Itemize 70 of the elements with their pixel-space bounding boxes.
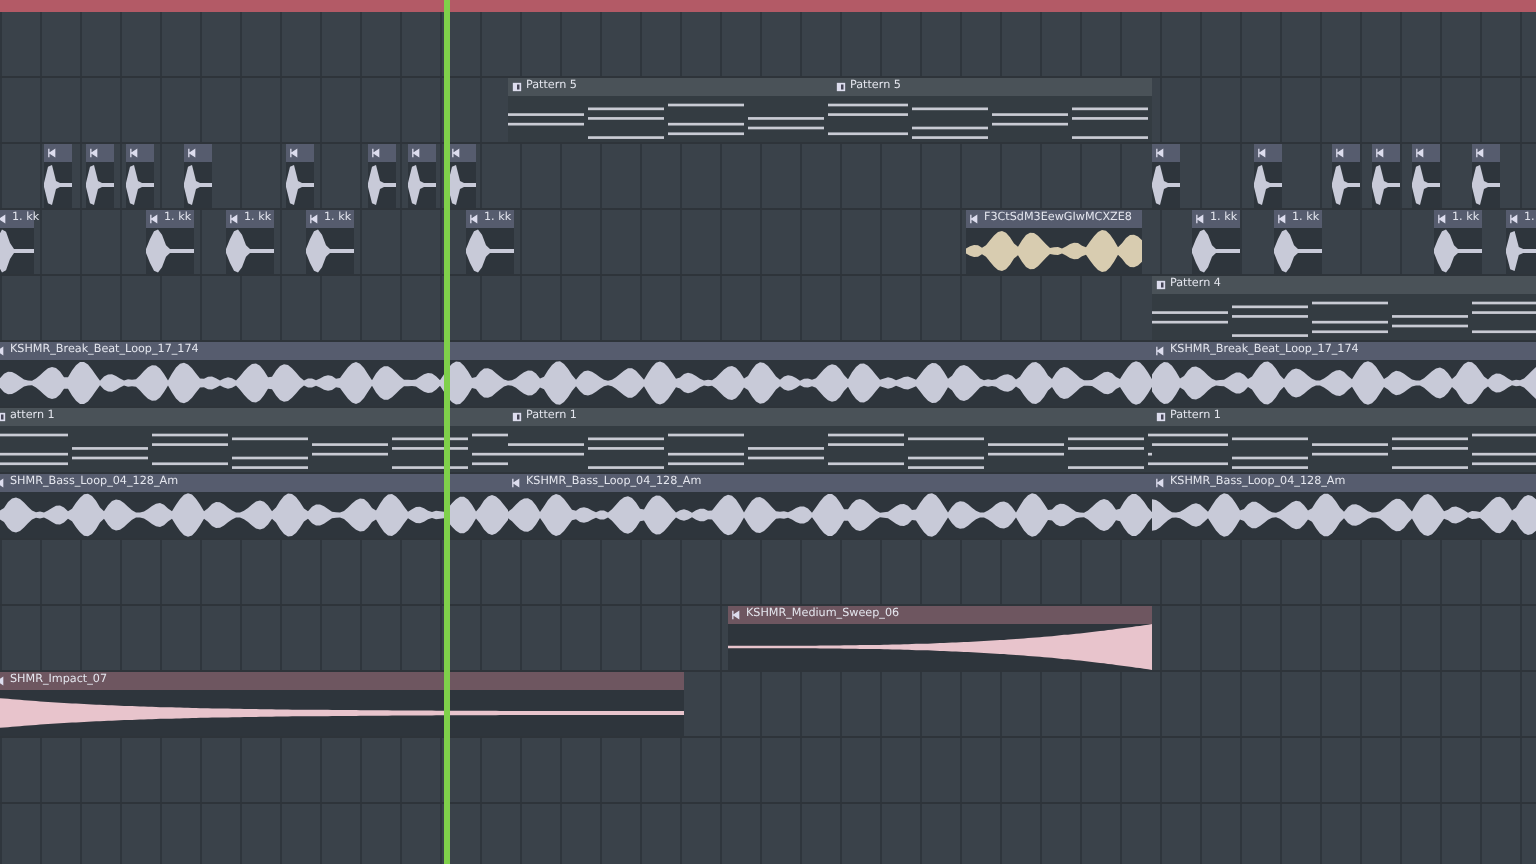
waveform-drawing (1332, 162, 1360, 208)
arrow-icon (412, 148, 422, 158)
arrow-icon (1278, 214, 1288, 224)
waveform-drawing (306, 228, 354, 274)
waveform-drawing (1506, 228, 1536, 274)
waveform-drawing (1372, 162, 1400, 208)
arrow-icon (130, 148, 140, 158)
waveform-drawing (1472, 162, 1500, 208)
waveform-drawing (1192, 228, 1240, 274)
arrow-icon (48, 148, 58, 158)
audio-clip[interactable] (286, 144, 314, 208)
arrow-icon (1510, 214, 1520, 224)
pattern-icon (1156, 280, 1166, 290)
waveform-drawing (146, 228, 194, 274)
arrow-icon (1438, 214, 1448, 224)
pattern-icon (1156, 412, 1166, 422)
arrow-icon (1416, 148, 1426, 158)
waveform-drawing (226, 228, 274, 274)
arrow-icon (1156, 478, 1166, 488)
audio-clip[interactable] (448, 144, 476, 208)
arrow-icon (1156, 346, 1166, 356)
audio-clip[interactable] (44, 144, 72, 208)
audio-clip[interactable] (408, 144, 436, 208)
waveform-drawing (86, 162, 114, 208)
arrow-icon (372, 148, 382, 158)
arrow-icon (188, 148, 198, 158)
waveform-drawing (126, 162, 154, 208)
waveform-drawing (1254, 162, 1282, 208)
arrow-icon (310, 214, 320, 224)
audio-clip[interactable] (86, 144, 114, 208)
waveform-drawing (368, 162, 396, 208)
arrow-icon (90, 148, 100, 158)
waveform-drawing (286, 162, 314, 208)
waveform-drawing (44, 162, 72, 208)
arrow-icon (150, 214, 160, 224)
waveform-drawing (1274, 228, 1322, 274)
pattern-icon (836, 82, 846, 92)
arrow-icon (452, 148, 462, 158)
audio-clip[interactable] (368, 144, 396, 208)
audio-clip[interactable] (1254, 144, 1282, 208)
waveform-drawing (408, 162, 436, 208)
waveform-drawing (0, 228, 34, 274)
arrow-icon (732, 610, 742, 620)
waveform-drawing (1434, 228, 1482, 274)
audio-clip[interactable] (184, 144, 212, 208)
audio-clip[interactable] (1332, 144, 1360, 208)
waveform-drawing (466, 228, 514, 274)
arrow-icon (1156, 148, 1166, 158)
waveform-drawing (448, 162, 476, 208)
waveform-drawing (1412, 162, 1440, 208)
audio-clip[interactable] (1152, 144, 1180, 208)
arrow-icon (970, 214, 980, 224)
arrow-icon (290, 148, 300, 158)
pattern-icon (512, 82, 522, 92)
arrow-icon (1336, 148, 1346, 158)
audio-clip[interactable] (1412, 144, 1440, 208)
arrow-icon (1376, 148, 1386, 158)
audio-clip[interactable] (126, 144, 154, 208)
arrow-icon (1196, 214, 1206, 224)
waveform-drawing (1152, 162, 1180, 208)
audio-clip[interactable] (1372, 144, 1400, 208)
arrow-icon (230, 214, 240, 224)
arrow-icon (1258, 148, 1268, 158)
arrow-icon (470, 214, 480, 224)
pattern-icon (512, 412, 522, 422)
arrow-icon (0, 214, 8, 224)
audio-clip[interactable] (1472, 144, 1500, 208)
arrow-icon (1476, 148, 1486, 158)
waveform-drawing (184, 162, 212, 208)
arrow-icon (512, 478, 522, 488)
